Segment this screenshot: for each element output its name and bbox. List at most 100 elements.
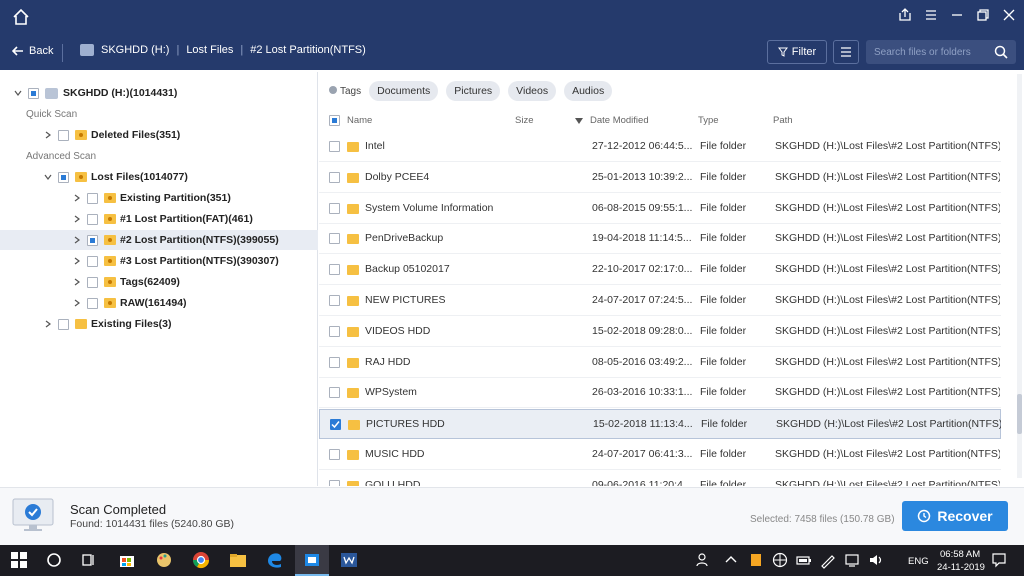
folder-icon xyxy=(347,172,359,183)
back-button[interactable]: Back xyxy=(12,45,53,57)
row-checkbox[interactable] xyxy=(329,325,340,337)
tree-checkbox[interactable] xyxy=(28,87,39,99)
menu-icon[interactable] xyxy=(924,8,938,22)
chevron-down-icon[interactable] xyxy=(44,173,52,181)
cortana-search-icon[interactable] xyxy=(45,551,63,569)
tree-checkbox[interactable] xyxy=(87,213,98,225)
row-checkbox[interactable] xyxy=(329,356,340,368)
chevron-right-icon[interactable] xyxy=(73,257,81,265)
view-menu-button[interactable] xyxy=(833,40,859,64)
chevron-right-icon[interactable] xyxy=(73,194,81,202)
home-icon[interactable] xyxy=(12,8,30,26)
file-type: File folder xyxy=(700,263,747,276)
chevron-right-icon[interactable] xyxy=(73,215,81,223)
file-explorer-icon[interactable] xyxy=(229,551,247,569)
chevron-up-icon[interactable] xyxy=(722,551,740,569)
table-row[interactable]: MUSIC HDD 24-07-2017 06:41:3... File folde… xyxy=(319,440,1001,470)
table-row[interactable]: WPSystem 26-03-2016 10:33:1... File folder… xyxy=(319,378,1001,409)
tree-item-lost-files[interactable]: Lost Files(1014077) xyxy=(0,167,318,187)
table-row[interactable]: PICTURES HDD 15-02-2018 11:13:4... File fo… xyxy=(319,409,1001,440)
clock-time[interactable]: 06:58 AM xyxy=(940,549,980,560)
tree-item-lost-partition-3[interactable]: #3 Lost Partition(NTFS)(390307) xyxy=(0,251,318,271)
tray-app-icon[interactable] xyxy=(747,551,765,569)
edge-icon[interactable] xyxy=(266,551,284,569)
chrome-icon[interactable] xyxy=(192,551,210,569)
search-input[interactable] xyxy=(874,44,989,60)
windows-start-icon[interactable] xyxy=(10,551,28,569)
tree-item-root[interactable]: SKGHDD (H:)(1014431) xyxy=(0,83,318,103)
chevron-right-icon[interactable] xyxy=(73,236,81,244)
tree-checkbox[interactable] xyxy=(58,129,69,141)
table-row[interactable]: Dolby PCEE4 25-01-2013 10:39:2... File fol… xyxy=(319,163,1001,193)
volume-icon[interactable] xyxy=(867,551,885,569)
row-checkbox[interactable] xyxy=(330,419,341,431)
chevron-right-icon[interactable] xyxy=(44,131,52,139)
chevron-right-icon[interactable] xyxy=(73,299,81,307)
search-icon[interactable] xyxy=(994,45,1008,59)
breadcrumb-lost-files[interactable]: Lost Files xyxy=(186,44,233,56)
scrollbar[interactable] xyxy=(1017,74,1022,478)
tree-checkbox[interactable] xyxy=(58,318,69,330)
taskbar-active-app[interactable] xyxy=(295,545,329,576)
row-checkbox[interactable] xyxy=(329,449,340,460)
table-row[interactable]: RAJ HDD 08-05-2016 03:49:2... File folder S… xyxy=(319,348,1001,378)
paint-icon[interactable] xyxy=(155,551,173,569)
pen-icon[interactable] xyxy=(819,551,837,569)
table-row[interactable]: PenDriveBackup 19-04-2018 11:14:5... File … xyxy=(319,224,1001,255)
tree-checkbox[interactable] xyxy=(87,276,98,288)
tree-checkbox[interactable] xyxy=(58,171,69,183)
row-checkbox[interactable] xyxy=(329,202,340,214)
recover-button[interactable]: Recover xyxy=(902,501,1008,531)
notification-icon[interactable] xyxy=(990,551,1008,569)
battery-icon[interactable] xyxy=(795,551,813,569)
task-view-icon[interactable] xyxy=(80,551,98,569)
chevron-right-icon[interactable] xyxy=(73,278,81,286)
tree-item-raw[interactable]: RAW(161494) xyxy=(0,293,318,313)
filter-button[interactable]: Filter xyxy=(767,40,827,64)
tree-item-lost-partition-1[interactable]: #1 Lost Partition(FAT)(461) xyxy=(0,209,318,229)
file-path: SKGHDD (H:)\Lost Files\#2 Lost Partition… xyxy=(775,386,1000,399)
breadcrumb-drive[interactable]: SKGHDD (H:) xyxy=(101,44,169,56)
restore-icon[interactable] xyxy=(976,8,990,22)
tree-label: Tags(62409) xyxy=(120,276,180,288)
row-checkbox[interactable] xyxy=(329,295,340,306)
close-icon[interactable] xyxy=(1002,8,1016,22)
table-row[interactable]: NEW PICTURES 24-07-2017 07:24:5... File fo… xyxy=(319,286,1001,316)
chevron-right-icon[interactable] xyxy=(44,320,52,328)
tree-item-lost-partition-2[interactable]: #2 Lost Partition(NTFS)(399055) xyxy=(0,230,318,250)
breadcrumb-partition[interactable]: #2 Lost Partition(NTFS) xyxy=(250,44,366,56)
people-icon[interactable] xyxy=(695,551,713,569)
table-row[interactable]: Intel 27-12-2012 06:44:5... File folder SKG… xyxy=(319,132,1001,162)
tree-item-deleted[interactable]: Deleted Files(351) xyxy=(0,125,318,145)
tree-checkbox[interactable] xyxy=(87,192,98,204)
file-date: 06-08-2015 09:55:1... xyxy=(592,201,692,214)
share-icon[interactable] xyxy=(898,8,912,22)
clock-date[interactable]: 24-11-2019 xyxy=(937,562,985,573)
row-checkbox[interactable] xyxy=(329,264,340,276)
language-indicator[interactable]: ENG xyxy=(908,556,929,567)
tree-checkbox[interactable] xyxy=(87,297,98,309)
tree-item-existing-files[interactable]: Existing Files(3) xyxy=(0,314,318,334)
store-icon[interactable] xyxy=(118,551,136,569)
scrollbar-thumb[interactable] xyxy=(1017,394,1022,434)
tree-checkbox[interactable] xyxy=(87,255,98,267)
tree-item-existing-partition[interactable]: Existing Partition(351) xyxy=(0,188,318,208)
table-row[interactable]: Backup 05102017 22-10-2017 02:17:0... File… xyxy=(319,255,1001,286)
section-label: Advanced Scan xyxy=(26,151,97,162)
table-row[interactable]: VIDEOS HDD 15-02-2018 09:28:0... File fold… xyxy=(319,317,1001,347)
status-bar: Scan Completed Found: 1014431 files (524… xyxy=(0,487,1024,545)
row-checkbox[interactable] xyxy=(329,233,340,245)
row-checkbox[interactable] xyxy=(329,171,340,183)
row-checkbox[interactable] xyxy=(329,141,340,152)
table-row[interactable]: System Volume Information 06-08-2015 09:5… xyxy=(319,194,1001,224)
table-row[interactable]: GOLU HDD 09-06-2016 11:20:4... File folder… xyxy=(319,471,1001,486)
chevron-down-icon[interactable] xyxy=(14,89,22,97)
row-checkbox[interactable] xyxy=(329,479,340,486)
word-icon[interactable] xyxy=(340,551,358,569)
row-checkbox[interactable] xyxy=(329,387,340,399)
tree-checkbox[interactable] xyxy=(87,234,98,246)
tree-item-tags[interactable]: Tags(62409) xyxy=(0,272,318,292)
minimize-icon[interactable] xyxy=(950,8,964,22)
network-icon[interactable] xyxy=(843,551,861,569)
globe-icon[interactable] xyxy=(771,551,789,569)
